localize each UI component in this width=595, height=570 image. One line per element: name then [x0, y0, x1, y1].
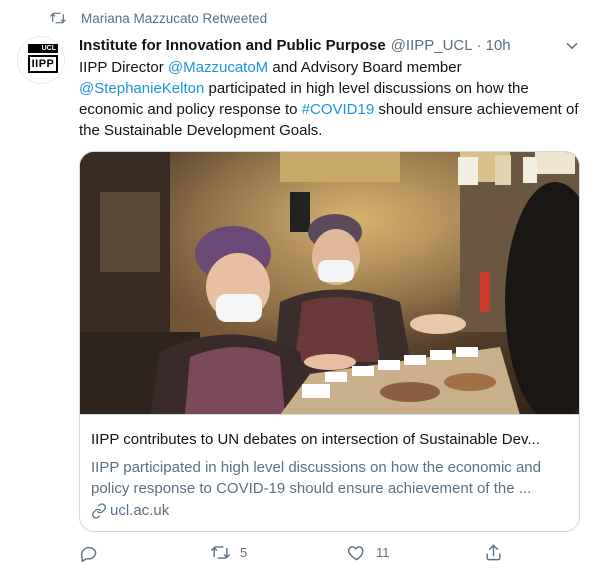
share-button[interactable] [484, 543, 513, 562]
card-image[interactable] [80, 152, 579, 415]
tweet-text-part: and Advisory Board member [268, 59, 462, 76]
chevron-down-icon[interactable] [563, 37, 581, 55]
tweet-text: IIPP Director @MazzucatoM and Advisory B… [79, 57, 579, 141]
separator-dot: · [476, 36, 482, 54]
avatar[interactable]: UCL IIPP [17, 36, 65, 84]
card-body[interactable]: IIPP contributes to UN debates on inters… [80, 416, 579, 531]
reply-button[interactable] [79, 543, 108, 562]
tweet-header: Institute for Innovation and Public Purp… [79, 34, 511, 56]
like-button[interactable]: 11 [347, 543, 390, 562]
tweet-actions: 5 11 [79, 543, 579, 567]
author-handle[interactable]: @IIPP_UCL [391, 37, 473, 54]
retweet-count: 5 [240, 545, 248, 560]
hashtag-covid19[interactable]: #COVID19 [302, 101, 375, 118]
like-count: 11 [376, 545, 390, 560]
mention-mazzucatom[interactable]: @MazzucatoM [168, 59, 268, 76]
market-stall-photo [80, 152, 579, 414]
card-description: IIPP participated in high level discussi… [91, 459, 541, 497]
card-title: IIPP contributes to UN debates on inters… [91, 431, 540, 448]
card-domain-text: ucl.ac.uk [110, 502, 170, 519]
retweet-button[interactable]: 5 [211, 543, 247, 562]
card-domain: ucl.ac.uk [91, 502, 169, 519]
heart-icon [347, 546, 364, 561]
mention-stephaniekelton[interactable]: @StephanieKelton [79, 80, 204, 97]
author-name[interactable]: Institute for Innovation and Public Purp… [79, 37, 386, 54]
tweet-text-part: IIPP Director [79, 59, 168, 76]
retweet-icon [50, 12, 66, 24]
share-icon [486, 544, 501, 561]
avatar-iipp-mark: IIPP [28, 55, 58, 73]
tweet-timestamp[interactable]: 10h [486, 37, 511, 54]
reply-icon [80, 546, 97, 562]
avatar-ucl-mark: UCL [28, 44, 58, 53]
link-card[interactable]: IIPP contributes to UN debates on inters… [79, 151, 580, 532]
retweet-icon [211, 546, 230, 559]
retweet-label: Mariana Mazzucato Retweeted [81, 11, 268, 26]
link-icon [92, 502, 106, 519]
